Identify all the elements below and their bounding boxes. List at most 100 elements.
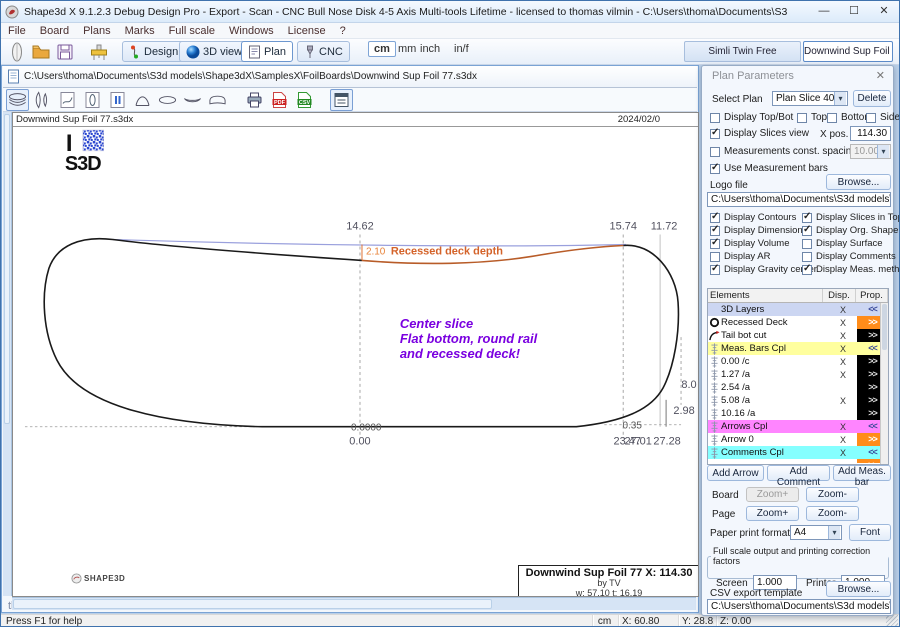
checkbox-side[interactable]: Side xyxy=(866,112,900,123)
doc-outline-icon[interactable] xyxy=(81,89,104,111)
element-display-flag[interactable]: X xyxy=(829,305,857,315)
pdf-icon[interactable]: PDF xyxy=(268,89,291,111)
font-button[interactable]: Font xyxy=(849,524,891,541)
ellipse-icon[interactable] xyxy=(156,89,179,111)
element-row-2-54-a[interactable]: 2.54 /a>> xyxy=(708,381,888,394)
element-display-flag[interactable]: X xyxy=(829,331,857,341)
minimize-button[interactable]: — xyxy=(809,1,839,22)
checkbox-top[interactable]: Top xyxy=(797,112,827,123)
unit-mm[interactable]: mm xyxy=(398,43,416,55)
panel-close-icon[interactable]: ✕ xyxy=(876,69,885,82)
element-display-flag[interactable]: X xyxy=(829,370,857,380)
element-row-5-08-a[interactable]: 5.08 /aX>> xyxy=(708,394,888,407)
drawing-canvas[interactable]: Downwind Sup Foil 77.s3dx 2024/02/0 xyxy=(12,112,699,597)
unit-inf[interactable]: in/f xyxy=(454,43,469,55)
unit-inch[interactable]: inch xyxy=(420,43,440,55)
paper-format-dropdown[interactable]: A4 xyxy=(790,525,842,540)
design-button[interactable]: Design xyxy=(122,41,185,62)
element-row-comments-cpl[interactable]: Comments CplX<< xyxy=(708,446,888,459)
model-tab-simli[interactable]: Simli Twin Free xyxy=(684,41,801,62)
slices-icon[interactable] xyxy=(6,89,29,111)
element-display-flag[interactable]: X xyxy=(829,357,857,367)
element-row-partial[interactable]: >> xyxy=(708,459,888,463)
close-button[interactable]: ✕ xyxy=(869,1,899,22)
menu-item-board[interactable]: Board xyxy=(33,25,76,37)
element-row-arrows-cpl[interactable]: Arrows CplX<< xyxy=(708,420,888,433)
elements-scrollbar[interactable] xyxy=(880,303,888,464)
logo-browse-button[interactable]: Browse... xyxy=(826,174,891,190)
element-display-flag[interactable]: X xyxy=(829,318,857,328)
arc-icon[interactable] xyxy=(131,89,154,111)
checkbox-display-meas-method[interactable]: Display Meas. method xyxy=(802,264,900,275)
element-row-recessed-deck[interactable]: Recessed DeckX>> xyxy=(708,316,888,329)
page-zoom-in-button[interactable]: Zoom+ xyxy=(746,506,799,521)
element-row-tail-bot-cut[interactable]: Tail bot cutX>> xyxy=(708,329,888,342)
elements-scrollbar-thumb[interactable] xyxy=(882,304,887,350)
save-icon[interactable] xyxy=(55,42,75,62)
menu-item-license[interactable]: License xyxy=(281,25,333,37)
doc-curve-icon[interactable] xyxy=(56,89,79,111)
menu-item-file[interactable]: File xyxy=(1,25,33,37)
element-display-flag[interactable]: X xyxy=(829,422,857,432)
printer-icon[interactable] xyxy=(243,89,266,111)
element-display-flag[interactable]: X xyxy=(829,435,857,445)
new-board-icon[interactable] xyxy=(7,42,27,62)
checkbox-display-slices-in-top[interactable]: Display Slices in Top xyxy=(802,212,900,223)
checkbox-display-dimensions[interactable]: Display Dimensions xyxy=(710,225,807,236)
checkbox-display-ar[interactable]: Display AR xyxy=(710,251,770,262)
slice-outline[interactable] xyxy=(44,239,678,427)
element-display-flag[interactable]: X xyxy=(829,344,857,354)
checkbox-display-contours[interactable]: Display Contours xyxy=(710,212,796,223)
checkbox-use-meas-bars[interactable]: Use Measurement bars xyxy=(710,163,828,174)
checkbox-display-volume[interactable]: Display Volume xyxy=(710,238,789,249)
machine-icon[interactable] xyxy=(89,42,109,62)
unit-cm[interactable]: cm xyxy=(368,41,396,57)
add-meas-bar-button[interactable]: Add Meas. bar xyxy=(833,465,891,481)
add-comment-button[interactable]: Add Comment xyxy=(767,465,830,481)
foil-sections-icon[interactable] xyxy=(31,89,54,111)
doc-slice-icon[interactable] xyxy=(106,89,129,111)
open-folder-icon[interactable] xyxy=(31,42,51,62)
xpos-input[interactable]: 114.30 xyxy=(850,126,891,141)
element-row-meas-bars-cpl[interactable]: Meas. Bars CplX<< xyxy=(708,342,888,355)
board-zoom-out-button[interactable]: Zoom- xyxy=(806,487,859,502)
element-row-arrow-0[interactable]: Arrow 0X>> xyxy=(708,433,888,446)
logo-path-input[interactable]: C:\Users\thoma\Documents\S3d models\Shap… xyxy=(707,192,891,207)
menu-item-full-scale[interactable]: Full scale xyxy=(162,25,222,37)
checkbox-display-top-bot[interactable]: Display Top/Bot xyxy=(710,112,793,123)
csv-browse-button[interactable]: Browse... xyxy=(826,581,891,597)
add-arrow-button[interactable]: Add Arrow xyxy=(707,465,764,481)
csv-icon[interactable]: CSV xyxy=(293,89,316,111)
element-display-flag[interactable]: X xyxy=(829,448,857,458)
horizontal-scrollbar[interactable] xyxy=(12,597,696,610)
page-zoom-out-button[interactable]: Zoom- xyxy=(806,506,859,521)
element-row-1-27-a[interactable]: 1.27 /aX>> xyxy=(708,368,888,381)
comment-text[interactable]: Center slice Flat bottom, round rail and… xyxy=(400,316,538,361)
element-row-10-16-a[interactable]: 10.16 /a>> xyxy=(708,407,888,420)
menu-item-windows[interactable]: Windows xyxy=(222,25,281,37)
dish-icon[interactable] xyxy=(181,89,204,111)
panel-icon[interactable] xyxy=(330,89,353,111)
3d-view-button[interactable]: 3D view xyxy=(179,41,249,62)
checkbox-display-gravity-center[interactable]: Display Gravity center xyxy=(710,264,817,275)
vertical-scrollbar[interactable] xyxy=(3,112,12,596)
element-row-0-00-c[interactable]: 0.00 /cX>> xyxy=(708,355,888,368)
board-zoom-in-button[interactable]: Zoom+ xyxy=(746,487,799,502)
horizontal-scrollbar-thumb[interactable] xyxy=(13,599,492,609)
menu-item-plans[interactable]: Plans xyxy=(76,25,118,37)
plan-button[interactable]: Plan xyxy=(241,41,293,62)
checkbox-display-comments[interactable]: Display Comments xyxy=(802,251,896,262)
meas-spacing-dropdown[interactable]: 10.00 xyxy=(850,144,891,159)
document-tab[interactable]: C:\Users\thoma\Documents\S3d models\Shap… xyxy=(3,66,697,88)
menu-item--[interactable]: ? xyxy=(333,25,353,37)
resize-grip[interactable] xyxy=(886,615,898,627)
checkbox-display-org-shape[interactable]: Display Org. Shape xyxy=(802,225,898,236)
model-tab-downwind[interactable]: Downwind Sup Foil 77 xyxy=(803,41,893,62)
rounded-icon[interactable] xyxy=(206,89,229,111)
element-display-flag[interactable]: X xyxy=(829,396,857,406)
checkbox-display-slices-view[interactable]: Display Slices view xyxy=(710,128,809,139)
select-plan-dropdown[interactable]: Plan Slice 40° xyxy=(772,91,848,106)
menu-item-marks[interactable]: Marks xyxy=(118,25,162,37)
checkbox-display-surface[interactable]: Display Surface xyxy=(802,238,883,249)
vertical-scrollbar-thumb[interactable] xyxy=(4,114,10,424)
